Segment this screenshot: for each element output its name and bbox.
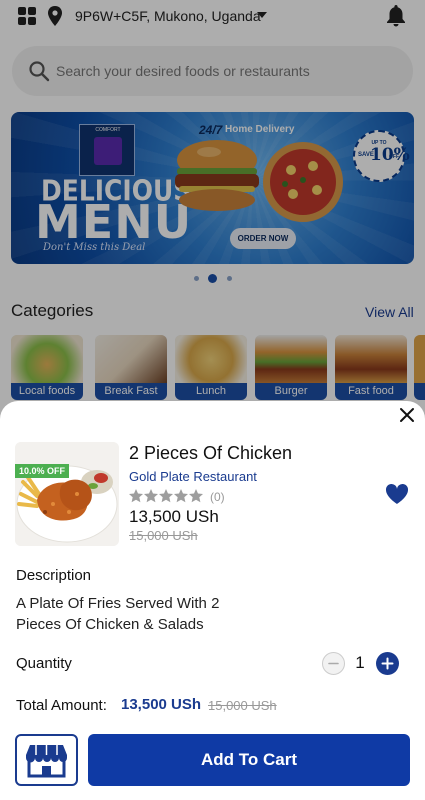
star-icon bbox=[129, 489, 143, 503]
product-old-price: 15,000 USh bbox=[129, 528, 198, 543]
decrease-quantity-button[interactable] bbox=[322, 652, 345, 675]
plus-icon bbox=[381, 657, 394, 670]
discount-badge: 10.0% OFF bbox=[15, 464, 70, 478]
product-image: 10.0% OFF bbox=[15, 442, 119, 546]
description-text: A Plate Of Fries Served With 2 Pieces Of… bbox=[16, 595, 220, 633]
total-old-value: 15,000 USh bbox=[208, 698, 277, 713]
quantity-label: Quantity bbox=[16, 655, 72, 672]
heart-icon[interactable] bbox=[385, 483, 409, 505]
product-sheet: 10.0% OFF 2 Pieces Of Chicken Gold Plate… bbox=[0, 401, 425, 800]
rating-count: (0) bbox=[210, 490, 225, 504]
star-icon bbox=[174, 489, 188, 503]
restaurant-link[interactable]: Gold Plate Restaurant bbox=[129, 469, 257, 484]
store-icon bbox=[26, 745, 67, 778]
quantity-value: 1 bbox=[355, 653, 365, 672]
star-icon bbox=[159, 489, 173, 503]
rating-stars bbox=[129, 489, 204, 503]
chicken-plate-image bbox=[15, 442, 119, 546]
star-icon bbox=[189, 489, 203, 503]
close-icon[interactable] bbox=[397, 405, 417, 425]
product-name: 2 Pieces Of Chicken bbox=[129, 443, 293, 463]
star-icon bbox=[144, 489, 158, 503]
total-label: Total Amount: bbox=[16, 697, 107, 714]
store-button[interactable] bbox=[15, 734, 78, 786]
total-value: 13,500 USh bbox=[121, 696, 202, 713]
product-price: 13,500 USh bbox=[129, 507, 219, 526]
description-title: Description bbox=[16, 567, 92, 584]
add-to-cart-button[interactable]: Add To Cart bbox=[88, 734, 410, 786]
increase-quantity-button[interactable] bbox=[376, 652, 399, 675]
minus-icon bbox=[328, 662, 339, 665]
